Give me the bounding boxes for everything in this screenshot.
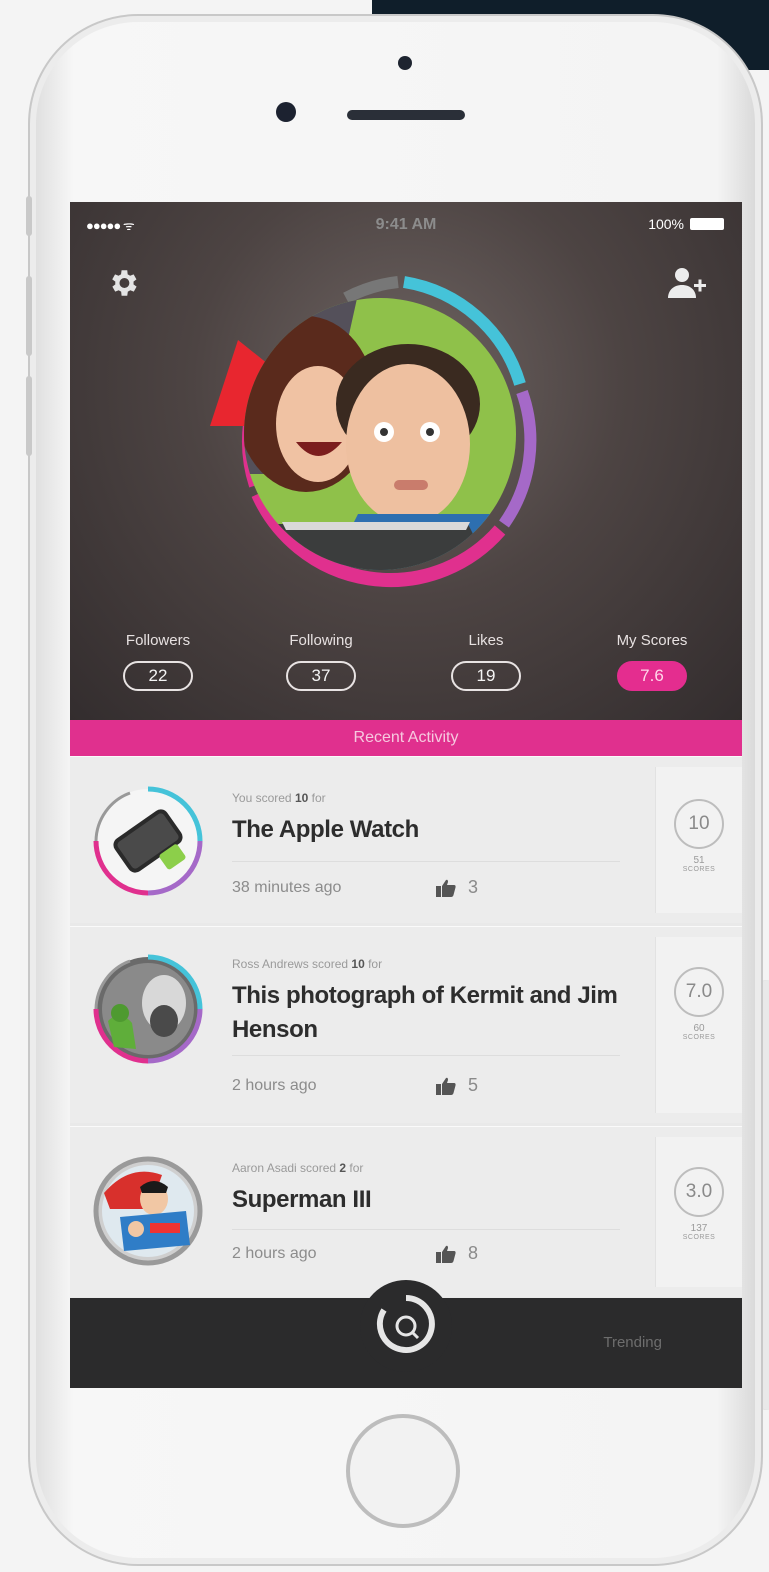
thumbs-up-icon (436, 1245, 456, 1263)
stat-label: Likes (468, 632, 504, 649)
stat-my-scores[interactable]: My Scores 7.6 (582, 632, 722, 691)
bottom-tab-bar: Trending (70, 1280, 742, 1388)
score-ring (210, 276, 537, 587)
score-count: 51 (693, 855, 705, 866)
home-button[interactable] (346, 1414, 460, 1528)
scan-button[interactable] (360, 1280, 452, 1372)
item-score[interactable]: 3.0 137 SCORES (655, 1137, 742, 1287)
list-item[interactable]: Aaron Asadi scored 2 for Superman III 2 … (70, 1126, 742, 1297)
thumbs-up-icon (436, 879, 456, 897)
score-value: 7.0 (674, 967, 724, 1017)
app-screen: ●●●●● ᯤ 9:41 AM 100% Followers 22 Follow… (70, 202, 742, 1388)
battery-percent: 100% (648, 216, 684, 232)
list-item[interactable]: Ross Andrews scored 10 for This photogra… (70, 926, 742, 1123)
item-divider (232, 861, 620, 862)
stat-label: Following (289, 632, 353, 649)
score-label: SCORES (682, 866, 716, 873)
item-title[interactable]: Superman III (232, 1183, 642, 1217)
stat-label: Followers (125, 632, 191, 649)
stat-likes[interactable]: Likes 19 (416, 632, 556, 691)
volume-down-button (26, 376, 32, 456)
stat-following[interactable]: Following 37 (251, 632, 391, 691)
score-count: 60 (693, 1023, 705, 1034)
stat-label: My Scores (616, 632, 688, 649)
gear-icon[interactable] (106, 266, 140, 300)
front-sensor (398, 56, 412, 70)
item-divider (232, 1229, 620, 1230)
item-thumbnail (90, 951, 206, 1067)
item-score[interactable]: 7.0 60 SCORES (655, 937, 742, 1113)
item-title[interactable]: This photograph of Kermit and Jim Henson (232, 979, 642, 1047)
scan-icon (376, 1295, 435, 1353)
profile-avatar[interactable] (208, 274, 568, 614)
mute-switch (26, 196, 32, 236)
status-time: 9:41 AM (375, 216, 437, 233)
stat-followers[interactable]: Followers 22 (88, 632, 228, 691)
thumbs-up-icon (436, 1077, 456, 1095)
item-time: 2 hours ago (232, 1245, 317, 1262)
profile-header: ●●●●● ᯤ 9:41 AM 100% Followers 22 Follow… (70, 202, 742, 720)
item-time: 38 minutes ago (232, 879, 342, 896)
item-meta: You scored 10 for (232, 791, 326, 805)
list-item[interactable]: You scored 10 for The Apple Watch 38 min… (70, 756, 742, 923)
score-count: 137 (690, 1223, 708, 1234)
item-thumbnail (90, 1153, 206, 1269)
item-likes[interactable]: 5 (436, 1075, 478, 1096)
add-user-icon[interactable] (664, 264, 708, 304)
stat-value: 37 (286, 661, 356, 691)
score-label: SCORES (682, 1034, 716, 1041)
item-thumbnail (90, 783, 206, 899)
stat-value: 19 (451, 661, 521, 691)
score-label: SCORES (682, 1234, 716, 1241)
battery-indicator: 100% (648, 216, 724, 232)
front-camera (276, 102, 296, 122)
item-meta: Ross Andrews scored 10 for (232, 957, 383, 971)
recent-activity-header: Recent Activity (70, 720, 742, 756)
stat-value: 22 (123, 661, 193, 691)
tab-trending[interactable]: Trending (603, 1334, 662, 1351)
profile-stats: Followers 22 Following 37 Likes 19 My Sc… (70, 632, 742, 712)
item-title[interactable]: The Apple Watch (232, 813, 642, 847)
battery-icon (690, 218, 724, 230)
item-meta: Aaron Asadi scored 2 for (232, 1161, 364, 1175)
item-likes[interactable]: 8 (436, 1243, 478, 1264)
stat-value: 7.6 (617, 661, 687, 691)
volume-up-button (26, 276, 32, 356)
score-value: 3.0 (674, 1167, 724, 1217)
item-score[interactable]: 10 51 SCORES (655, 767, 742, 913)
item-divider (232, 1055, 620, 1056)
item-time: 2 hours ago (232, 1077, 317, 1094)
item-likes[interactable]: 3 (436, 877, 478, 898)
earpiece-speaker (347, 110, 465, 120)
status-bar: ●●●●● ᯤ 9:41 AM 100% (70, 216, 742, 236)
score-value: 10 (674, 799, 724, 849)
